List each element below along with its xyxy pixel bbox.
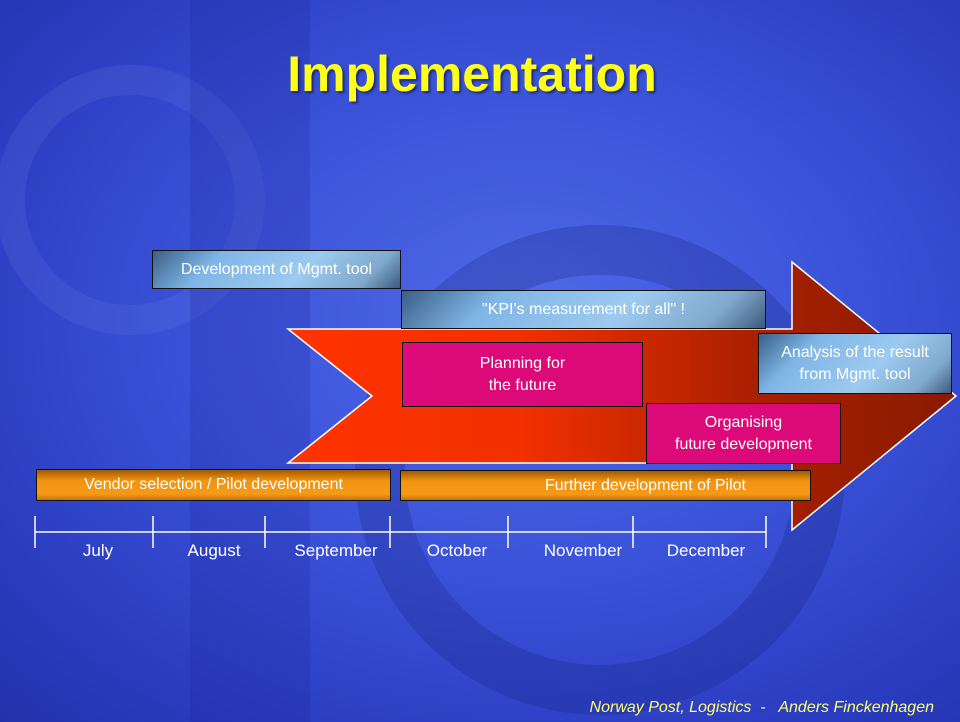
month-label: November: [543, 541, 623, 560]
month-label: December: [666, 541, 746, 560]
month-label: September: [294, 541, 378, 560]
timeline-axis: [34, 516, 767, 548]
footer-credit: Norway Post, Logistics - Anders Finckenh…: [589, 699, 934, 716]
month-label: July: [82, 541, 114, 560]
month-label: August: [187, 541, 241, 560]
month-label: October: [426, 541, 488, 560]
